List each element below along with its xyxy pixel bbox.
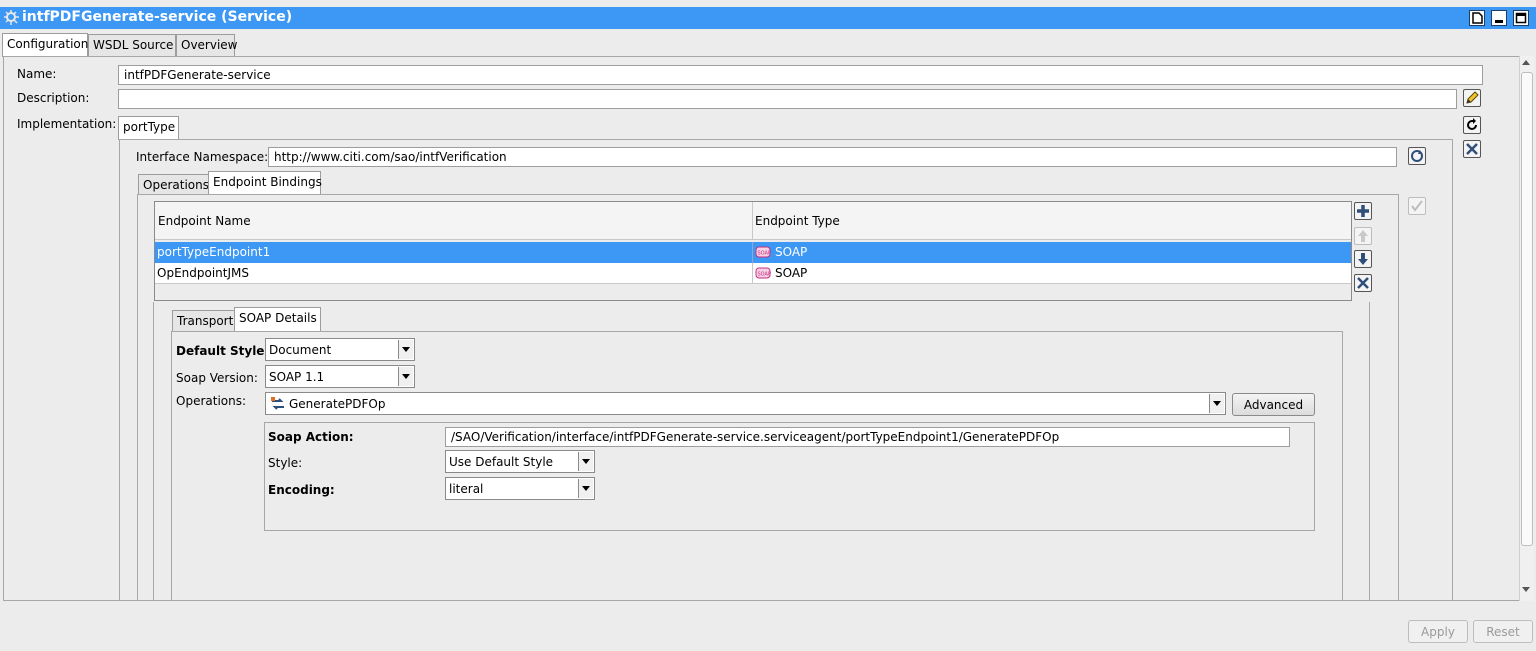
- default-style-value: Document: [269, 343, 332, 357]
- chevron-down-icon: [398, 367, 413, 386]
- default-style-label: Default Style:: [176, 344, 270, 358]
- tab-operations[interactable]: Operations: [138, 174, 209, 196]
- column-header-endpoint-type[interactable]: Endpoint Type: [755, 214, 840, 228]
- encoding-label: Encoding:: [268, 483, 335, 497]
- move-down-button[interactable]: [1354, 250, 1372, 268]
- table-row[interactable]: OpEndpointJMS SOAP SOAP: [155, 263, 1351, 284]
- endpoint-type-cell: SOAP: [775, 245, 808, 259]
- apply-button[interactable]: Apply: [1408, 620, 1468, 643]
- style-value: Use Default Style: [449, 455, 554, 469]
- svg-text:SOAP: SOAP: [758, 272, 771, 278]
- service-icon: [4, 10, 19, 25]
- soap-action-field[interactable]: /SAO/Verification/interface/intfPDFGener…: [445, 427, 1290, 447]
- minimize-icon: [1495, 20, 1503, 23]
- refresh-icon: [1467, 118, 1477, 130]
- operations-select[interactable]: GeneratePDFOp: [265, 392, 1226, 415]
- refresh-namespace-button[interactable]: [1408, 147, 1426, 165]
- refresh-implementation-button[interactable]: [1463, 116, 1481, 134]
- soap-version-select[interactable]: SOAP 1.1: [265, 365, 415, 388]
- soap-icon: SOAP: [755, 267, 771, 279]
- plus-icon: [1357, 205, 1369, 217]
- column-divider: [752, 242, 753, 263]
- endpoint-type-cell: SOAP: [775, 266, 808, 280]
- arrow-up-icon: [1358, 230, 1368, 242]
- detach-window-button[interactable]: [1469, 10, 1485, 26]
- soap-action-label: Soap Action:: [268, 430, 354, 444]
- scrollbar-thumb[interactable]: [1521, 72, 1533, 546]
- window-titlebar: intfPDFGenerate-service (Service): [0, 7, 1536, 29]
- scroll-up-icon[interactable]: [1522, 60, 1530, 65]
- maximize-button[interactable]: [1513, 10, 1529, 26]
- column-header-endpoint-name[interactable]: Endpoint Name: [158, 214, 251, 228]
- name-label: Name:: [17, 67, 57, 81]
- advanced-button[interactable]: Advanced: [1232, 393, 1315, 416]
- move-up-button[interactable]: [1354, 227, 1372, 245]
- style-select[interactable]: Use Default Style: [445, 450, 595, 473]
- table-header: Endpoint Name Endpoint Type: [155, 202, 1351, 240]
- namespace-label: Interface Namespace:: [136, 150, 269, 164]
- endpoint-name-cell: portTypeEndpoint1: [157, 245, 271, 259]
- operations-value: GeneratePDFOp: [289, 397, 386, 411]
- soap-version-label: Soap Version:: [176, 371, 258, 385]
- chevron-down-icon: [1209, 394, 1224, 413]
- tab-configuration[interactable]: Configuration: [2, 33, 88, 57]
- name-field[interactable]: intfPDFGenerate-service: [118, 65, 1483, 85]
- description-label: Description:: [17, 91, 90, 105]
- encoding-value: literal: [449, 482, 484, 496]
- chevron-down-icon: [398, 340, 413, 359]
- soap-icon: SOAP: [755, 246, 771, 258]
- column-divider: [752, 202, 753, 240]
- checkmark-icon: [1411, 200, 1423, 212]
- minimize-button[interactable]: [1491, 10, 1507, 26]
- default-style-select[interactable]: Document: [265, 338, 415, 361]
- window-title: intfPDFGenerate-service (Service): [22, 9, 293, 25]
- column-divider: [752, 263, 753, 284]
- remove-implementation-button[interactable]: [1463, 140, 1481, 158]
- soap-version-value: SOAP 1.1: [269, 370, 325, 384]
- namespace-field[interactable]: http://www.citi.com/sao/intfVerification: [268, 147, 1397, 167]
- style-label: Style:: [268, 456, 303, 470]
- tab-wsdl-source[interactable]: WSDL Source: [88, 34, 176, 56]
- chevron-down-icon: [578, 452, 593, 471]
- close-icon: [1357, 277, 1369, 289]
- operations-label: Operations:: [176, 394, 247, 408]
- tab-overview[interactable]: Overview: [176, 34, 238, 56]
- arrow-down-icon: [1358, 253, 1368, 265]
- endpoint-name-cell: OpEndpointJMS: [157, 266, 249, 280]
- validate-button[interactable]: [1408, 197, 1426, 215]
- svg-text:SOAP: SOAP: [758, 251, 771, 257]
- operation-icon: [271, 397, 284, 410]
- reset-button[interactable]: Reset: [1473, 620, 1533, 643]
- pencil-icon: [1466, 91, 1479, 104]
- close-icon: [1466, 143, 1478, 155]
- implementation-label: Implementation:: [17, 117, 117, 131]
- vertical-scrollbar[interactable]: [1519, 56, 1534, 601]
- add-endpoint-button[interactable]: [1354, 202, 1372, 220]
- detach-icon: [1472, 12, 1483, 24]
- tab-endpoint-bindings[interactable]: Endpoint Bindings: [208, 171, 322, 195]
- tab-porttype[interactable]: portType: [118, 116, 179, 140]
- delete-endpoint-button[interactable]: [1354, 274, 1372, 292]
- description-field[interactable]: [118, 89, 1457, 109]
- sync-icon: [1411, 150, 1423, 162]
- endpoints-table: Endpoint Name Endpoint Type portTypeEndp…: [154, 201, 1352, 301]
- encoding-select[interactable]: literal: [445, 477, 595, 500]
- maximize-icon: [1515, 12, 1527, 24]
- table-row[interactable]: portTypeEndpoint1 SOAP SOAP: [155, 242, 1351, 263]
- chevron-down-icon: [578, 479, 593, 498]
- scroll-down-icon[interactable]: [1522, 587, 1530, 592]
- edit-description-button[interactable]: [1463, 89, 1481, 107]
